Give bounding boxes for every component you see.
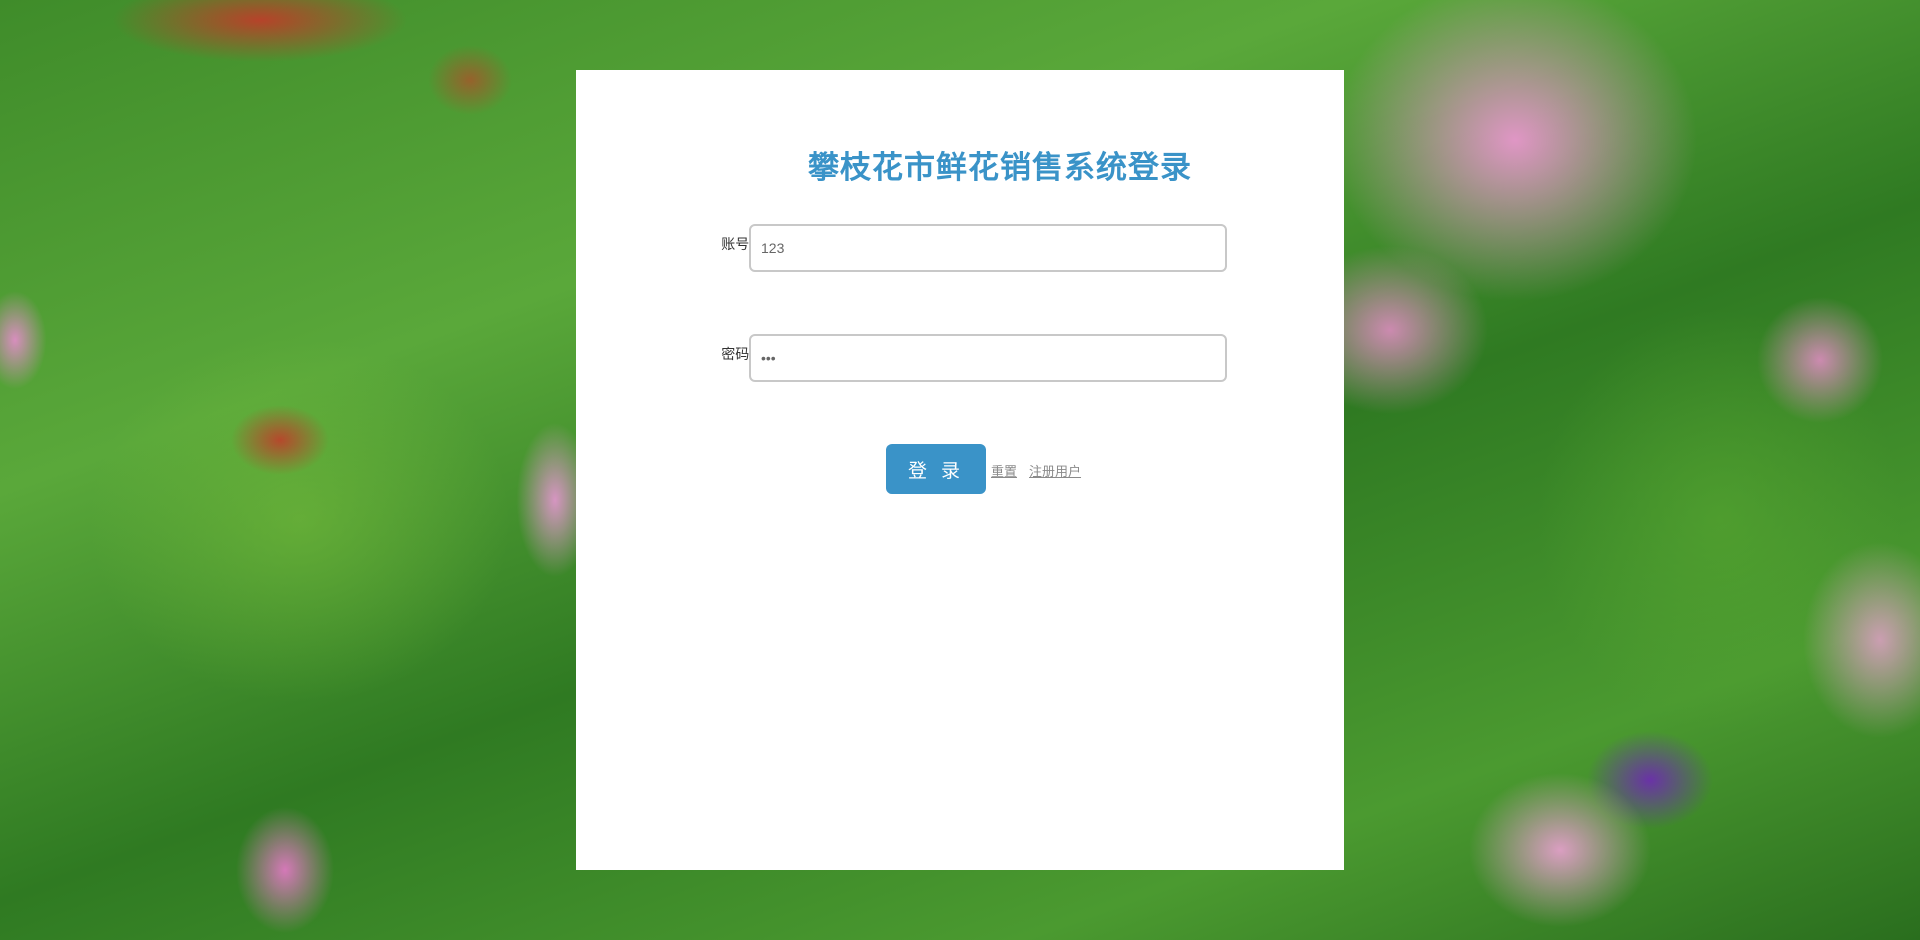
reset-link[interactable]: 重置	[991, 461, 1017, 480]
account-label: 账号:	[721, 237, 754, 253]
account-input[interactable]	[749, 224, 1227, 272]
password-label: 密码:	[721, 347, 754, 363]
login-button[interactable]: 登 录	[886, 444, 986, 494]
password-input[interactable]	[749, 334, 1227, 382]
login-panel: 攀枝花市鲜花销售系统登录 账号: 密码: 登 录 重置 注册用户	[576, 70, 1344, 870]
register-link[interactable]: 注册用户	[1029, 461, 1081, 480]
page-title: 攀枝花市鲜花销售系统登录	[808, 150, 1192, 186]
